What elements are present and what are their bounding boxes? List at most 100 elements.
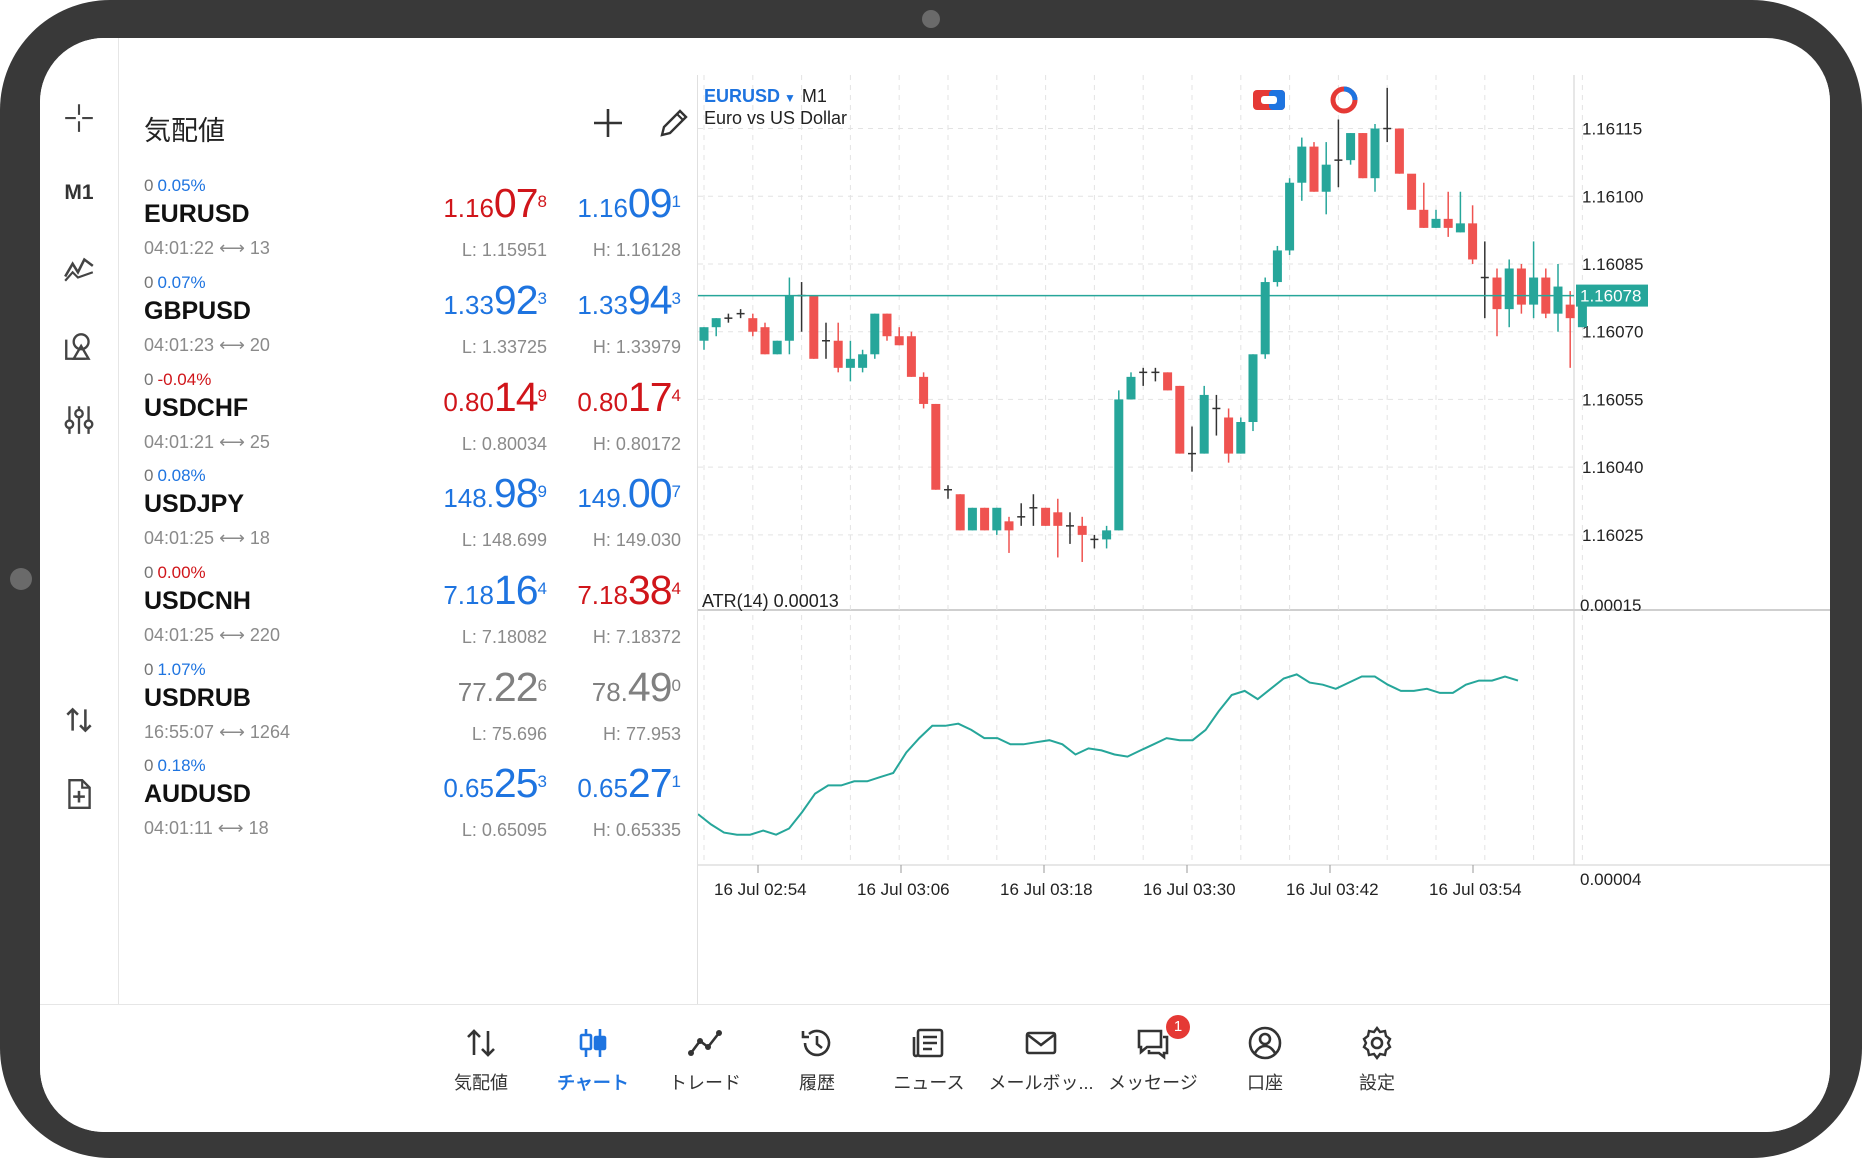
nav-account[interactable]: 口座 xyxy=(1210,1015,1320,1105)
edit-pencil-icon[interactable] xyxy=(654,103,694,143)
chart-symbol-name[interactable]: EURUSD xyxy=(704,86,780,106)
candle-body xyxy=(1468,223,1478,260)
quote-high: H: 0.65335 xyxy=(592,820,681,840)
nav-trade-label: トレード xyxy=(669,1073,741,1093)
chart-symbol[interactable]: EURUSD ▼ M1 xyxy=(704,86,827,107)
bid-price[interactable]: 1.33923 xyxy=(443,277,547,324)
messages-badge: 1 xyxy=(1166,1015,1190,1039)
quote-change-points: 0 xyxy=(144,466,154,485)
nav-chart[interactable]: チャート xyxy=(538,1015,648,1105)
ask-price-prefix: 149. xyxy=(577,483,628,513)
news-icon xyxy=(912,1028,944,1058)
quote-change-points: 0 xyxy=(144,660,154,679)
candle-body xyxy=(1529,277,1539,305)
candle-body xyxy=(882,313,892,337)
bid-price-big: 92 xyxy=(493,277,539,323)
new-order-button[interactable] xyxy=(40,764,118,824)
nav-settings-label: 設定 xyxy=(1359,1073,1395,1093)
candle-body xyxy=(1236,422,1246,454)
nav-mailbox[interactable]: メールボッ... xyxy=(986,1015,1096,1105)
time-tick-label: 16 Jul 03:30 xyxy=(1143,880,1236,899)
time-tick-label: 16 Jul 03:42 xyxy=(1286,880,1379,899)
candle-body xyxy=(1285,182,1295,251)
quotes-panel: 気配値 0 0.05% EURUSD 04:01:22 ⟷ 13 1.16078 1.16… xyxy=(120,75,698,1004)
time-tick-label: 16 Jul 03:18 xyxy=(1000,880,1093,899)
objects-button[interactable] xyxy=(40,316,118,376)
quote-spread: 18 xyxy=(248,818,269,838)
quote-row[interactable]: 0 0.18% AUDUSD 04:01:11 ⟷ 18 0.65253 0.65271 L… xyxy=(120,738,697,853)
timeframe-button[interactable]: M1 xyxy=(40,163,118,223)
ask-price-prefix: 7.18 xyxy=(577,580,628,610)
bid-price[interactable]: 0.80149 xyxy=(443,374,547,421)
ask-price[interactable]: 1.16091 xyxy=(577,180,681,227)
symbol-dropdown-icon[interactable]: ▼ xyxy=(784,91,796,105)
indicators-button[interactable] xyxy=(40,238,118,298)
add-symbol-icon[interactable] xyxy=(588,103,628,143)
time-tick-label: 16 Jul 03:54 xyxy=(1429,880,1522,899)
nav-news[interactable]: ニュース xyxy=(874,1015,984,1105)
bid-price-pip: 3 xyxy=(537,288,547,308)
bid-price-big: 07 xyxy=(493,180,539,226)
candle-body xyxy=(1358,133,1368,179)
ask-price-pip: 3 xyxy=(671,288,681,308)
nav-settings[interactable]: 設定 xyxy=(1322,1015,1432,1105)
candle-body xyxy=(1431,218,1441,228)
atr-label: ATR(14) 0.00013 xyxy=(702,591,839,611)
quotes-title: 気配値 xyxy=(144,116,225,146)
chart-settings-button[interactable] xyxy=(40,390,118,450)
candle-body xyxy=(1407,173,1417,210)
quote-change-points: 0 xyxy=(144,563,154,582)
candle-body xyxy=(919,376,929,404)
nav-history[interactable]: 履歴 xyxy=(762,1015,872,1105)
candle-body xyxy=(894,336,904,346)
bid-price[interactable]: 77.226 xyxy=(458,664,547,711)
price-tick-label: 1.16025 xyxy=(1582,526,1643,545)
price-tick-label: 1.16055 xyxy=(1582,390,1643,409)
shapes-icon xyxy=(65,333,91,360)
nav-trade[interactable]: トレード xyxy=(650,1015,760,1105)
ask-price-prefix: 1.33 xyxy=(577,290,628,320)
nav-messages[interactable]: 1 メッセージ xyxy=(1098,1015,1208,1105)
ask-price-prefix: 78. xyxy=(591,677,628,707)
ask-price[interactable]: 0.65271 xyxy=(577,760,681,807)
ask-price[interactable]: 7.18384 xyxy=(577,567,681,614)
current-price-label: 1.16078 xyxy=(1580,287,1641,306)
quote-meta: 04:01:11 ⟷ 18 xyxy=(144,818,269,839)
ask-price-big: 49 xyxy=(627,664,673,710)
trade-button[interactable] xyxy=(40,690,118,750)
chart-area[interactable]: 1.16115 1.16100 1.16085 1.16070 1.16055 1.160… xyxy=(697,75,1830,1004)
bid-price[interactable]: 1.16078 xyxy=(443,180,547,227)
bid-price[interactable]: 7.18164 xyxy=(443,567,547,614)
bid-price[interactable]: 148.989 xyxy=(443,470,547,517)
ask-price[interactable]: 78.490 xyxy=(592,664,681,711)
ask-price[interactable]: 149.007 xyxy=(577,470,681,517)
candle-body xyxy=(1370,128,1380,179)
bid-price-big: 22 xyxy=(493,664,539,710)
ask-price[interactable]: 1.33943 xyxy=(577,277,681,324)
one-click-trading-icon[interactable] xyxy=(1252,87,1286,113)
candle-body xyxy=(1394,128,1404,174)
quote-change-percent: 0.08% xyxy=(157,466,206,485)
nav-quotes[interactable]: 気配値 xyxy=(426,1015,536,1105)
candle-body xyxy=(1309,146,1319,192)
ask-price[interactable]: 0.80174 xyxy=(577,374,681,421)
price-chart[interactable]: 1.16115 1.16100 1.16085 1.16070 1.16055 1.160… xyxy=(697,75,1830,1004)
quote-change: 0 0.08% xyxy=(144,466,206,486)
ask-price-prefix: 0.80 xyxy=(577,387,628,417)
quote-change-points: 0 xyxy=(144,370,154,389)
candle-body xyxy=(699,327,709,341)
quote-change-points: 0 xyxy=(144,756,154,775)
add-document-icon xyxy=(68,779,91,809)
candle-body xyxy=(1297,146,1307,183)
candle-body xyxy=(1102,530,1112,540)
quote-symbol: EURUSD xyxy=(144,200,250,228)
signal-ring-icon[interactable] xyxy=(1328,85,1360,115)
ask-price-pip: 4 xyxy=(671,385,681,405)
nav-chart-label: チャート xyxy=(557,1073,629,1093)
candle-body xyxy=(870,313,880,355)
crosshair-button[interactable] xyxy=(40,88,118,148)
gear-icon xyxy=(1362,1026,1392,1060)
bid-price[interactable]: 0.65253 xyxy=(443,760,547,807)
atr-line xyxy=(697,673,1519,836)
ask-price-pip: 7 xyxy=(671,481,681,501)
